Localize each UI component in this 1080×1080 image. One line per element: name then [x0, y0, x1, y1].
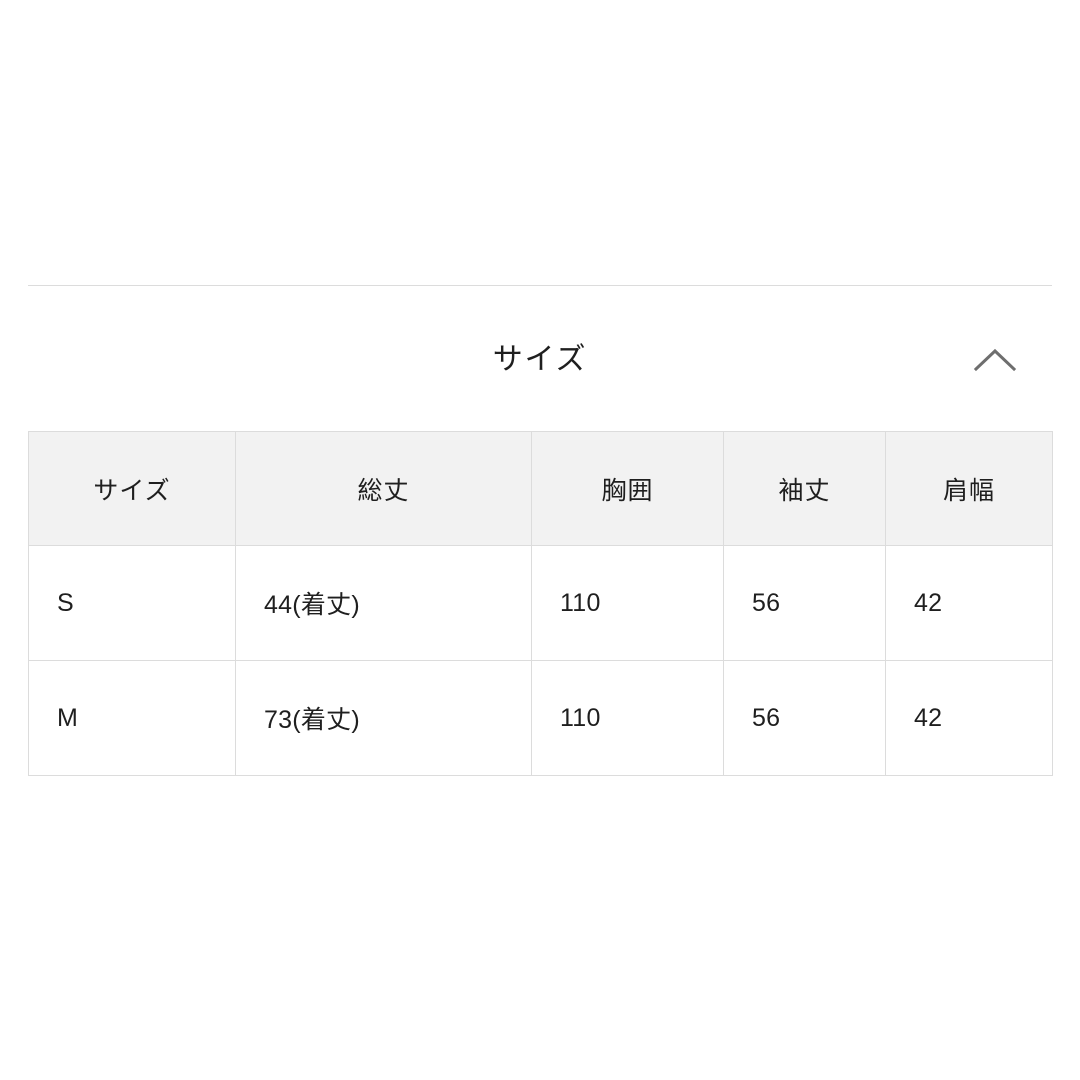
- column-header-sleeve-length: 袖丈: [723, 431, 886, 546]
- cell-size: S: [28, 545, 236, 661]
- size-table-container: サイズ 総丈 胸囲 袖丈 肩幅 S 44(着丈) 110 56 42 M 73(: [28, 431, 1053, 776]
- column-header-shoulder-width: 肩幅: [885, 431, 1053, 546]
- cell-chest: 110: [531, 660, 724, 776]
- page-title: サイズ: [492, 343, 588, 376]
- size-table-body: S 44(着丈) 110 56 42 M 73(着丈) 110 56 42: [28, 545, 1053, 776]
- column-header-size: サイズ: [28, 431, 236, 546]
- cell-shoulder-width: 42: [885, 545, 1053, 661]
- size-table: サイズ 総丈 胸囲 袖丈 肩幅 S 44(着丈) 110 56 42 M 73(: [28, 431, 1053, 776]
- cell-sleeve-length: 56: [723, 660, 886, 776]
- table-header-row: サイズ 総丈 胸囲 袖丈 肩幅: [28, 431, 1053, 546]
- cell-shoulder-width: 42: [885, 660, 1053, 776]
- chevron-up-icon[interactable]: [972, 337, 1018, 383]
- cell-size: M: [28, 660, 236, 776]
- cell-total-length: 73(着丈): [235, 660, 532, 776]
- column-header-chest: 胸囲: [531, 431, 724, 546]
- section-top-divider: [28, 285, 1052, 286]
- size-table-head: サイズ 総丈 胸囲 袖丈 肩幅: [28, 431, 1053, 546]
- size-section-header: サイズ: [28, 310, 1052, 410]
- cell-total-length: 44(着丈): [235, 545, 532, 661]
- table-row: M 73(着丈) 110 56 42: [28, 660, 1053, 776]
- table-row: S 44(着丈) 110 56 42: [28, 545, 1053, 661]
- size-section-page: サイズ サイズ 総丈 胸囲 袖丈 肩幅 S 44(着丈) 110 56 42 M…: [0, 0, 1080, 1080]
- cell-sleeve-length: 56: [723, 545, 886, 661]
- chevron-up-glyph: [973, 348, 1017, 372]
- cell-chest: 110: [531, 545, 724, 661]
- column-header-total-length: 総丈: [235, 431, 532, 546]
